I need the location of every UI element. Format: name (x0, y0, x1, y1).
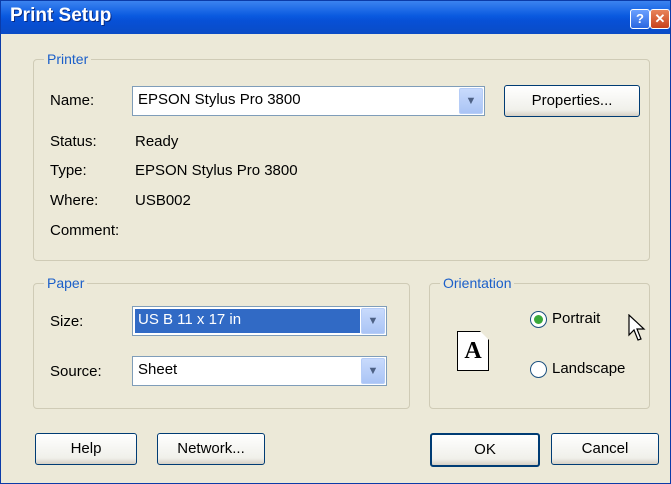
portrait-radio[interactable] (530, 311, 547, 328)
print-setup-dialog: Print Setup ? ✕ Printer Name: EPSON Styl… (0, 0, 671, 484)
where-value: USB002 (135, 192, 191, 209)
type-label: Type: (50, 162, 87, 179)
source-label: Source: (50, 363, 102, 380)
help-icon[interactable]: ? (630, 9, 650, 29)
cancel-button[interactable]: Cancel (551, 433, 659, 465)
printer-legend: Printer (47, 51, 89, 67)
chevron-down-icon[interactable]: ▼ (459, 88, 483, 114)
landscape-label[interactable]: Landscape (552, 360, 625, 377)
size-label: Size: (50, 313, 84, 330)
type-value: EPSON Stylus Pro 3800 (135, 162, 298, 179)
status-value: Ready (135, 133, 179, 150)
close-icon[interactable]: ✕ (650, 9, 670, 29)
printer-group: Printer (33, 51, 650, 261)
chevron-down-icon[interactable]: ▼ (361, 308, 385, 334)
portrait-label[interactable]: Portrait (552, 310, 600, 327)
network-button[interactable]: Network... (157, 433, 265, 465)
page-glyph: A (464, 338, 482, 364)
mouse-cursor-icon (628, 314, 646, 341)
paper-legend: Paper (47, 275, 85, 291)
paper-group: Paper (33, 275, 410, 409)
paper-size-value: US B 11 x 17 in (138, 311, 242, 328)
paper-source-value: Sheet (138, 361, 178, 378)
paper-size-select[interactable]: US B 11 x 17 in ▼ (132, 306, 387, 336)
landscape-radio[interactable] (530, 361, 547, 378)
page-icon: A (457, 331, 489, 371)
name-label: Name: (50, 92, 95, 109)
title-bar[interactable]: Print Setup ? ✕ (1, 1, 670, 34)
printer-name-value: EPSON Stylus Pro 3800 (138, 91, 301, 108)
where-label: Where: (50, 192, 99, 209)
comment-label: Comment: (50, 222, 120, 239)
properties-button[interactable]: Properties... (504, 85, 640, 117)
chevron-down-icon[interactable]: ▼ (361, 358, 385, 384)
ok-button[interactable]: OK (430, 433, 540, 467)
paper-source-select[interactable]: Sheet ▼ (132, 356, 387, 386)
orientation-legend: Orientation (443, 275, 512, 291)
dialog-title: Print Setup (10, 5, 112, 26)
help-button[interactable]: Help (35, 433, 137, 465)
printer-name-select[interactable]: EPSON Stylus Pro 3800 ▼ (132, 86, 485, 116)
status-label: Status: (50, 133, 97, 150)
